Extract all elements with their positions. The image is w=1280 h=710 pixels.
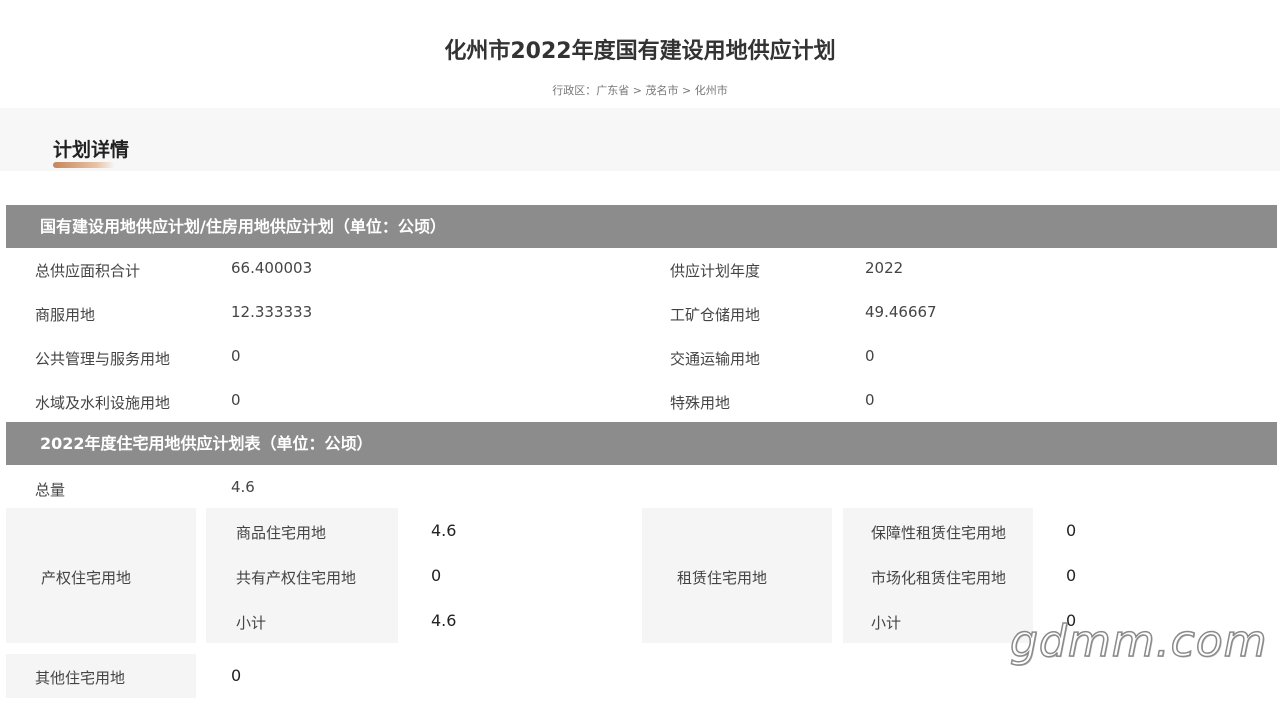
total-value: 4.6 [231,478,255,496]
site-watermark: gdmm.com [1009,615,1268,668]
other-value: 0 [231,666,242,685]
rental-sublabel: 保障性租赁住宅用地 [871,524,1007,542]
other-label: 其他住宅用地 [35,669,126,687]
row-value: 2022 [865,259,904,277]
total-label: 总量 [35,481,66,499]
row-value: 12.333333 [231,303,313,321]
residential-plan-header: 2022年度住宅用地供应计划表（单位：公顷） [6,422,1277,465]
row-label: 供应计划年度 [670,262,761,280]
supply-plan-header: 国有建设用地供应计划/住房用地供应计划（单位：公顷） [6,205,1277,248]
row-label: 特殊用地 [670,394,731,412]
row-label: 商服用地 [35,306,96,324]
rental-value: 0 [1066,521,1077,540]
rental-label: 租赁住宅用地 [676,569,767,587]
detail-title-underline [53,162,115,168]
rental-value: 0 [1066,566,1077,585]
row-value: 49.46667 [865,303,937,321]
property-value: 4.6 [431,611,457,630]
rental-sublabel: 市场化租赁住宅用地 [871,569,1007,587]
row-value: 0 [865,391,875,409]
detail-title-bar [0,108,1280,171]
row-label: 总供应面积合计 [35,262,141,280]
row-value: 0 [231,347,241,365]
row-label: 水域及水利设施用地 [35,394,171,412]
property-sublabel: 共有产权住宅用地 [236,569,357,587]
row-value: 66.400003 [231,259,313,277]
property-label: 产权住宅用地 [40,569,131,587]
row-label: 交通运输用地 [670,350,761,368]
rental-sublabel: 小计 [871,614,902,632]
property-sublabel: 小计 [236,614,267,632]
property-value: 4.6 [431,521,457,540]
page-title: 化州市2022年度国有建设用地供应计划 [444,39,836,64]
row-label: 公共管理与服务用地 [35,350,171,368]
property-sublabel: 商品住宅用地 [236,524,327,542]
row-value: 0 [865,347,875,365]
breadcrumb: 行政区：广东省 > 茂名市 > 化州市 [552,84,728,97]
detail-title: 计划详情 [53,139,130,161]
row-value: 0 [231,391,241,409]
row-label: 工矿仓储用地 [670,306,761,324]
property-value: 0 [431,566,442,585]
